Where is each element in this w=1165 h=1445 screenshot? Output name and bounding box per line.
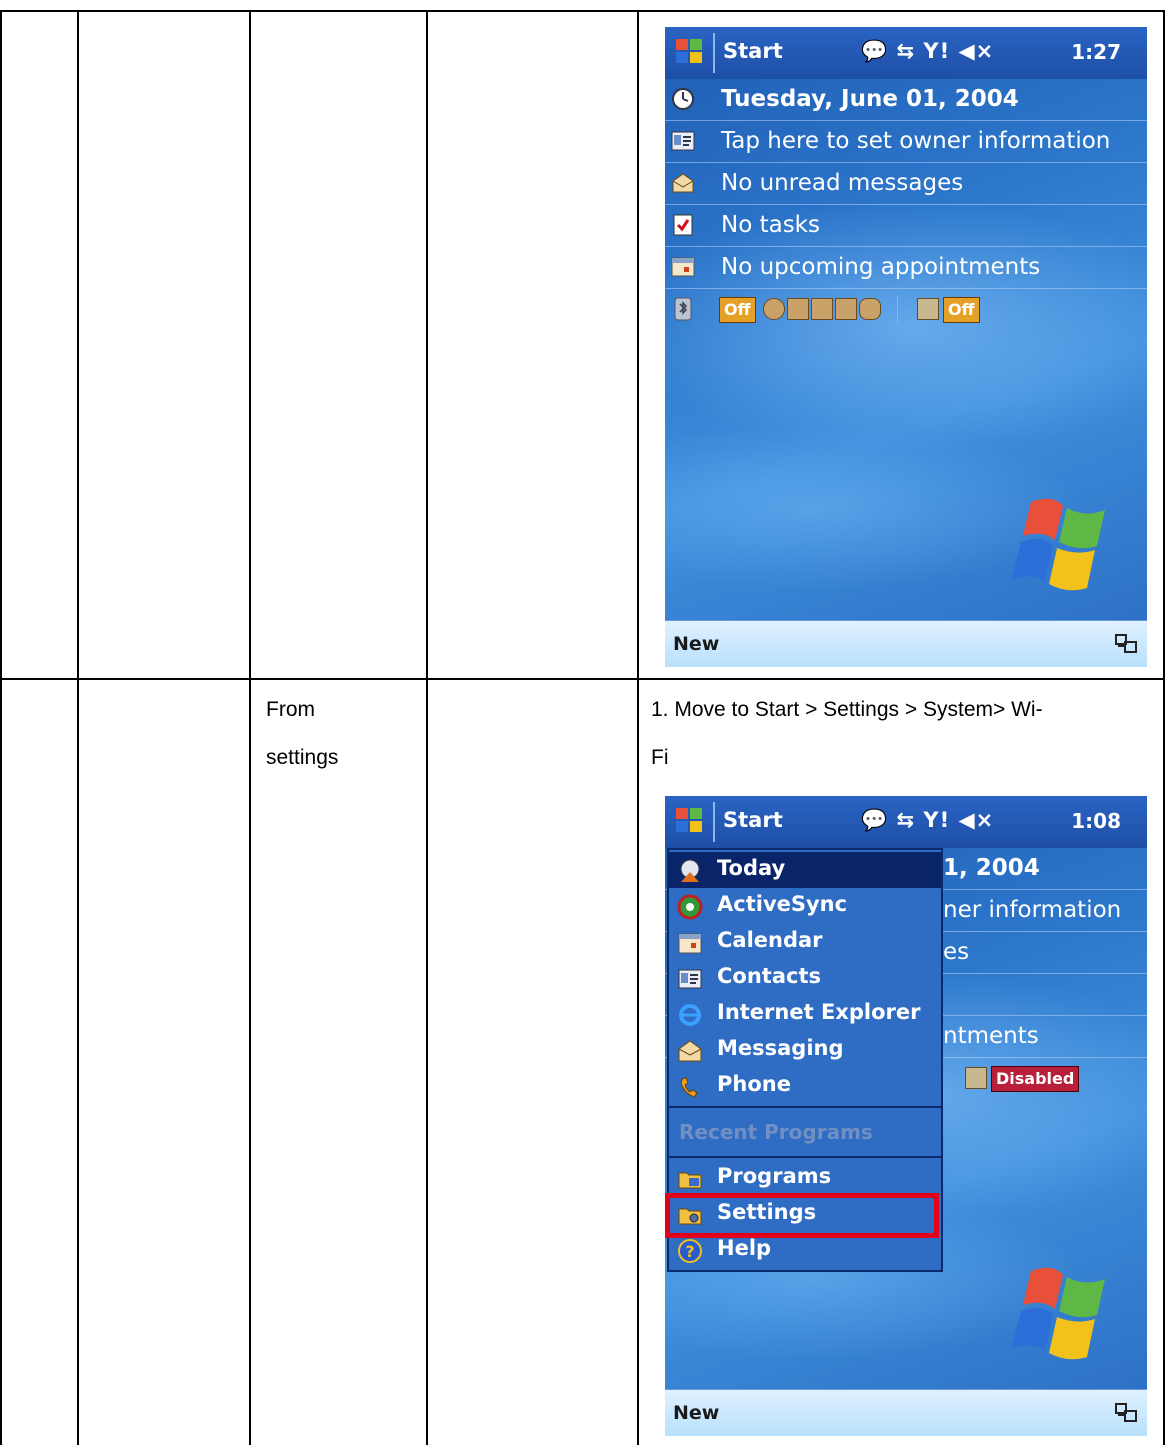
status-separator	[897, 295, 898, 323]
title-separator	[713, 33, 715, 73]
menu-item-label: Contacts	[717, 964, 821, 988]
menu-item-contacts[interactable]: Contacts	[669, 960, 941, 996]
person-icon[interactable]	[965, 1067, 987, 1089]
keyboard-icon[interactable]	[835, 298, 857, 320]
menu-divider	[669, 1106, 941, 1108]
menu-item-internet-explorer[interactable]: Internet Explorer	[669, 996, 941, 1032]
menu-item-activesync[interactable]: ActiveSync	[669, 888, 941, 924]
menu-item-label: Messaging	[717, 1036, 844, 1060]
help-icon: ?	[678, 1239, 702, 1263]
messaging-icon	[678, 1040, 702, 1062]
recent-programs-label: Recent Programs	[679, 1120, 873, 1144]
calendar-icon	[678, 933, 702, 954]
appointments-row[interactable]: No upcoming appointments	[665, 247, 1147, 289]
messages-row[interactable]: No unread messages	[665, 163, 1147, 205]
menu-item-calendar[interactable]: Calendar	[669, 924, 941, 960]
tray-icons[interactable]: 💬 ⇆ Y! ◀×	[861, 39, 994, 64]
tasks-row[interactable]: No tasks	[665, 205, 1147, 247]
menu-item-label: Programs	[717, 1164, 832, 1188]
clock-icon	[672, 88, 694, 110]
messages-text: No unread messages	[721, 170, 964, 196]
menu-item-label: ActiveSync	[717, 892, 848, 916]
internet-explorer-icon	[679, 1004, 701, 1026]
partial-appointments-text: ntments	[943, 1023, 1039, 1049]
phone-icon	[680, 1077, 698, 1098]
calendar-icon	[671, 257, 695, 277]
table-col-line	[77, 10, 79, 1445]
menu-bar: New	[665, 620, 1147, 667]
bluetooth-icon	[674, 297, 692, 321]
mouse-icon[interactable]	[859, 298, 881, 320]
menu-item-label: Help	[717, 1236, 772, 1260]
input-panel-icon[interactable]	[1115, 1402, 1137, 1422]
menu-item-label: Internet Explorer	[717, 1000, 921, 1024]
disabled-badge[interactable]: Disabled	[991, 1066, 1080, 1092]
cell-text-from: From	[266, 698, 315, 721]
activesync-icon	[677, 894, 703, 920]
sync-icon[interactable]	[763, 298, 785, 320]
cell-text-settings: settings	[266, 746, 339, 769]
menu-item-programs[interactable]: Programs	[669, 1160, 941, 1196]
instruction-line-2: Fi	[651, 746, 669, 769]
table-col-line	[249, 10, 251, 1445]
start-button[interactable]: Start	[723, 39, 783, 63]
table-border-top	[0, 10, 1165, 12]
menu-item-today[interactable]: Today	[669, 852, 941, 888]
start-button[interactable]: Start	[723, 808, 783, 832]
partial-owner-text: ner information	[943, 897, 1122, 923]
instruction-line-1: 1. Move to Start > Settings > System> Wi…	[651, 698, 1043, 721]
wifi-off-badge[interactable]: Off	[943, 297, 980, 323]
menu-item-phone[interactable]: Phone	[669, 1068, 941, 1104]
clock-time[interactable]: 1:27	[1071, 40, 1121, 64]
windows-flag-logo	[1011, 498, 1105, 591]
tray-icons[interactable]: 💬 ⇆ Y! ◀×	[861, 808, 994, 833]
programs-folder-icon	[678, 1172, 702, 1189]
devices-icon[interactable]	[811, 298, 833, 320]
menu-item-label: Phone	[717, 1072, 791, 1096]
appointments-text: No upcoming appointments	[721, 254, 1041, 280]
menu-item-label: Calendar	[717, 928, 823, 952]
menu-bar: New	[665, 1389, 1147, 1436]
tasks-text: No tasks	[721, 212, 820, 238]
title-bar: Start 💬 ⇆ Y! ◀× 1:08	[665, 796, 1147, 848]
new-softkey[interactable]: New	[673, 633, 719, 655]
title-bar: Start 💬 ⇆ Y! ◀× 1:27	[665, 27, 1147, 79]
envelope-icon	[672, 173, 694, 193]
input-panel-icon[interactable]	[1115, 633, 1137, 653]
pda-today-screen: Start 💬 ⇆ Y! ◀× 1:27 Tuesday, June 01, 2…	[665, 27, 1147, 667]
new-softkey[interactable]: New	[673, 1402, 719, 1424]
contact-card-icon	[671, 131, 695, 151]
partial-messages-text: es	[943, 939, 970, 965]
windows-flag-logo	[1011, 1267, 1105, 1360]
table-col-line	[426, 10, 428, 1445]
menu-divider	[669, 1156, 941, 1158]
today-date-text: Tuesday, June 01, 2004	[721, 86, 1019, 112]
svg-text:?: ?	[685, 1242, 694, 1261]
contacts-icon	[678, 969, 702, 989]
person-icon[interactable]	[917, 298, 939, 320]
today-date-row[interactable]: Tuesday, June 01, 2004	[665, 79, 1147, 121]
menu-item-label: Today	[717, 856, 786, 880]
owner-info-row[interactable]: Tap here to set owner information	[665, 121, 1147, 163]
bluetooth-status-row[interactable]: Off Off	[665, 289, 1147, 330]
settings-highlight-box	[665, 1193, 939, 1238]
clock-time[interactable]: 1:08	[1071, 809, 1121, 833]
partial-date-text: 1, 2004	[943, 855, 1040, 881]
table-col-line	[637, 10, 639, 1445]
today-icon	[680, 859, 700, 882]
bluetooth-off-badge[interactable]: Off	[719, 297, 756, 323]
owner-info-text: Tap here to set owner information	[721, 128, 1111, 154]
menu-item-messaging[interactable]: Messaging	[669, 1032, 941, 1068]
start-flag-icon[interactable]	[673, 35, 707, 69]
title-separator	[713, 802, 715, 842]
task-check-icon	[673, 214, 693, 236]
table-col-line	[0, 10, 2, 1445]
computer-icon[interactable]	[787, 298, 809, 320]
start-flag-icon[interactable]	[673, 804, 707, 838]
table-row-divider	[0, 678, 1165, 680]
